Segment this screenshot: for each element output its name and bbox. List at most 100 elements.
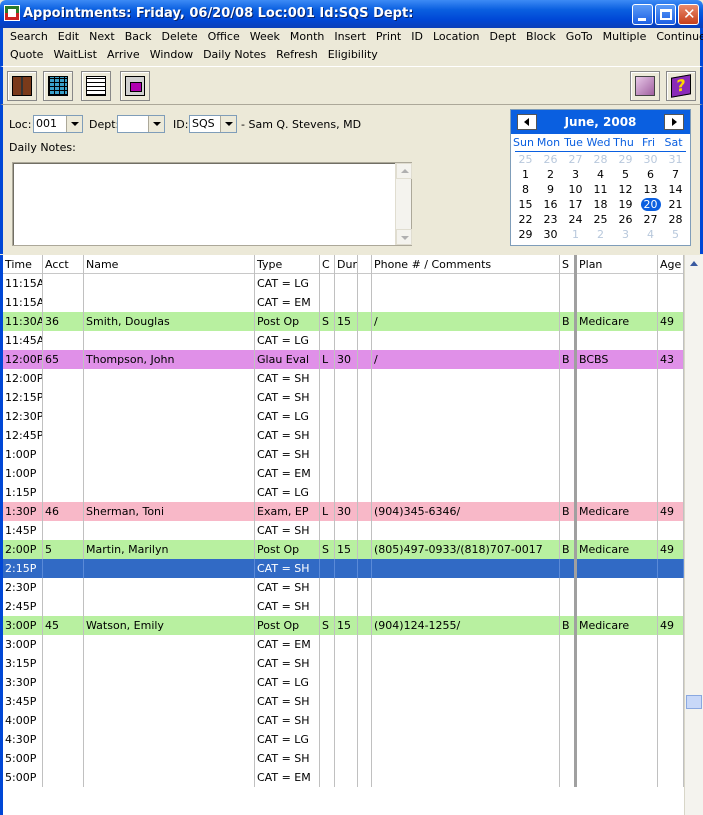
menu-item-eligibility[interactable]: Eligibility [325, 46, 381, 64]
menu-item-insert[interactable]: Insert [331, 28, 369, 46]
table-row[interactable]: 3:15P CAT = SH [3, 654, 684, 673]
calendar-day[interactable]: 15 [513, 197, 538, 212]
calendar-day[interactable]: 30 [538, 227, 563, 242]
table-row[interactable]: 4:00P CAT = SH [3, 711, 684, 730]
table-row[interactable]: 5:00P CAT = SH [3, 749, 684, 768]
next-month-button[interactable] [664, 114, 684, 130]
calendar-day[interactable]: 3 [613, 227, 638, 242]
day-view-button[interactable] [7, 71, 37, 101]
calendar-day[interactable]: 18 [588, 197, 613, 212]
scroll-down-icon[interactable] [396, 229, 412, 245]
col-header-blank[interactable] [358, 255, 372, 274]
calendar-day[interactable]: 5 [613, 167, 638, 182]
menu-item-print[interactable]: Print [373, 28, 404, 46]
col-header-age[interactable]: Age [658, 255, 684, 274]
calendar-day[interactable]: 28 [588, 152, 613, 167]
calendar-day[interactable]: 29 [613, 152, 638, 167]
calendar-day[interactable]: 28 [663, 212, 688, 227]
menu-item-week[interactable]: Week [247, 28, 283, 46]
calendar-day[interactable]: 26 [538, 152, 563, 167]
help-button[interactable]: ? [666, 71, 696, 101]
calendar-day[interactable]: 16 [538, 197, 563, 212]
col-header-s[interactable]: S [560, 255, 577, 274]
menu-item-back[interactable]: Back [122, 28, 155, 46]
menu-item-window[interactable]: Window [147, 46, 196, 64]
close-button[interactable]: ✕ [678, 4, 699, 25]
col-header-type[interactable]: Type [255, 255, 320, 274]
table-row[interactable]: 12:30P CAT = LG [3, 407, 684, 426]
menu-item-block[interactable]: Block [523, 28, 559, 46]
calendar-day[interactable]: 19 [613, 197, 638, 212]
calendar-day[interactable]: 10 [563, 182, 588, 197]
maximize-button[interactable] [655, 4, 676, 25]
table-row[interactable]: 3:30P CAT = LG [3, 673, 684, 692]
col-header-plan[interactable]: Plan [577, 255, 658, 274]
menu-item-arrive[interactable]: Arrive [104, 46, 143, 64]
month-view-button[interactable] [81, 71, 111, 101]
table-row[interactable]: 3:00P 45 Watson, Emily Post Op S 15 (904)124-1… [3, 616, 684, 635]
table-row[interactable]: 12:00P CAT = SH [3, 369, 684, 388]
calendar-day[interactable]: 3 [563, 167, 588, 182]
col-header-dur[interactable]: Dur [335, 255, 358, 274]
calendar-day[interactable]: 31 [663, 152, 688, 167]
menu-item-multiple[interactable]: Multiple [600, 28, 650, 46]
calendar-day[interactable]: 13 [638, 182, 663, 197]
table-row[interactable]: 1:30P 46 Sherman, Toni Exam, EP L 30 (904)345-… [3, 502, 684, 521]
week-view-button[interactable] [43, 71, 73, 101]
table-row[interactable]: 12:15P CAT = SH [3, 388, 684, 407]
calendar-day[interactable]: 8 [513, 182, 538, 197]
calendar-day[interactable]: 12 [613, 182, 638, 197]
table-row[interactable]: 11:15A CAT = LG [3, 274, 684, 293]
menu-item-goto[interactable]: GoTo [563, 28, 596, 46]
app-icon[interactable] [4, 5, 20, 21]
daily-notes-field[interactable] [12, 162, 412, 246]
calendar-day[interactable]: 22 [513, 212, 538, 227]
table-row-selected[interactable]: 2:15P CAT = SH [3, 559, 684, 578]
table-row[interactable]: 12:45P CAT = SH [3, 426, 684, 445]
calendar-day[interactable]: 23 [538, 212, 563, 227]
col-header-phone[interactable]: Phone # / Comments [372, 255, 560, 274]
folder-button[interactable] [630, 71, 660, 101]
calendar-day[interactable]: 29 [513, 227, 538, 242]
table-row[interactable]: 11:45A CAT = LG [3, 331, 684, 350]
menu-item-id[interactable]: ID [408, 28, 426, 46]
calendar-day[interactable]: 30 [638, 152, 663, 167]
loc-select[interactable]: 001 [33, 115, 83, 133]
notes-scrollbar[interactable] [395, 163, 412, 245]
menu-item-next[interactable]: Next [86, 28, 118, 46]
calendar-day[interactable]: 7 [663, 167, 688, 182]
calendar-day[interactable]: 25 [513, 152, 538, 167]
chevron-down-icon[interactable] [148, 116, 164, 132]
calendar-day[interactable]: 11 [588, 182, 613, 197]
calendar-day[interactable]: 1 [563, 227, 588, 242]
table-row[interactable]: 2:30P CAT = SH [3, 578, 684, 597]
menu-item-refresh[interactable]: Refresh [273, 46, 321, 64]
menu-item-daily-notes[interactable]: Daily Notes [200, 46, 269, 64]
chevron-down-icon[interactable] [66, 116, 82, 132]
dept-select[interactable] [117, 115, 165, 133]
table-row[interactable]: 3:45P CAT = SH [3, 692, 684, 711]
menu-item-search[interactable]: Search [7, 28, 51, 46]
minimize-button[interactable] [632, 4, 653, 25]
table-row[interactable]: 1:15P CAT = LG [3, 483, 684, 502]
menu-item-continue[interactable]: Continue [653, 28, 703, 46]
table-row[interactable]: 11:30A 36 Smith, Douglas Post Op S 15 /B Medica… [3, 312, 684, 331]
table-row[interactable]: 4:30P CAT = LG [3, 730, 684, 749]
table-row[interactable]: 1:00P CAT = EM [3, 464, 684, 483]
calendar-day[interactable]: 2 [538, 167, 563, 182]
calendar-day[interactable]: 24 [563, 212, 588, 227]
menu-item-location[interactable]: Location [430, 28, 483, 46]
table-row[interactable]: 5:00P CAT = EM [3, 768, 684, 787]
calendar-day[interactable]: 27 [563, 152, 588, 167]
table-row[interactable]: 12:00P 65 Thompson, John Glau Eval L 30 /B BCBS… [3, 350, 684, 369]
menu-item-edit[interactable]: Edit [55, 28, 82, 46]
scroll-up-icon[interactable] [686, 257, 702, 271]
calendar-day[interactable]: 5 [663, 227, 688, 242]
col-header-time[interactable]: Time [3, 255, 43, 274]
calendar-day[interactable]: 25 [588, 212, 613, 227]
table-row[interactable]: 1:45P CAT = SH [3, 521, 684, 540]
table-row[interactable]: 11:15A CAT = EM [3, 293, 684, 312]
scroll-up-icon[interactable] [396, 163, 412, 179]
menu-item-delete[interactable]: Delete [158, 28, 200, 46]
table-row[interactable]: 3:00P CAT = EM [3, 635, 684, 654]
